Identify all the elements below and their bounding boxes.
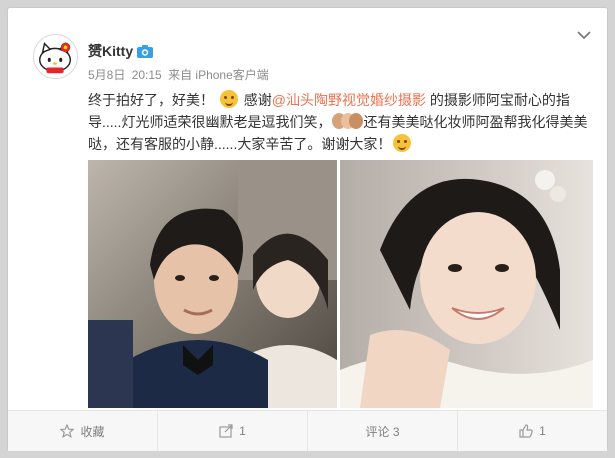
favorite-button[interactable]: 收藏 (8, 411, 157, 451)
favorite-label: 收藏 (80, 424, 105, 439)
post-date[interactable]: 5月8日 (88, 68, 125, 82)
content-part-2: 感谢 (243, 92, 272, 108)
post-meta: 5月8日 20:15 来自 iPhone客户端 (88, 66, 272, 83)
couple-photo-icon (88, 160, 337, 408)
user-avatar[interactable] (33, 34, 78, 79)
weibo-post-card: 赟Kitty 5月8日 20:15 来自 iPhone客户端 终于拍好了，好美！… (7, 7, 608, 451)
action-bar: 收藏 1 评论 3 1 (8, 411, 607, 451)
bride-photo-icon (340, 160, 593, 408)
camera-vip-icon[interactable] (137, 44, 154, 58)
repost-button[interactable]: 1 (157, 411, 307, 451)
username-text[interactable]: 赟Kitty (88, 41, 133, 61)
chevron-down-icon[interactable] (577, 30, 591, 40)
post-time[interactable]: 20:15 (132, 68, 162, 82)
repost-count: 1 (239, 424, 246, 438)
repost-icon (219, 424, 233, 438)
comment-button[interactable]: 评论 3 (307, 411, 457, 451)
kiss-emoji-icon (393, 134, 412, 152)
post-source: 来自 iPhone客户端 (168, 68, 269, 82)
hello-kitty-avatar-icon (34, 35, 77, 78)
content-part-1: 终于拍好了，好美！ (88, 92, 214, 108)
comment-label: 评论 3 (365, 424, 400, 439)
thumbs-up-icon (519, 424, 533, 438)
like-count: 1 (539, 424, 546, 438)
like-button[interactable]: 1 (457, 411, 607, 451)
star-icon (60, 424, 75, 438)
mention-link[interactable]: @汕头陶野视觉婚纱摄影 (272, 92, 426, 108)
post-content: 终于拍好了，好美！ 感谢@汕头陶野视觉婚纱摄影 的摄影师阿宝耐心的指导.....… (88, 89, 596, 155)
photo-bride[interactable] (340, 160, 593, 408)
username[interactable]: 赟Kitty (88, 41, 154, 61)
photo-couple[interactable] (88, 160, 337, 408)
smirk-emoji-icon (219, 90, 238, 108)
group-emoji-icon (332, 112, 364, 130)
photo-grid (88, 160, 598, 408)
